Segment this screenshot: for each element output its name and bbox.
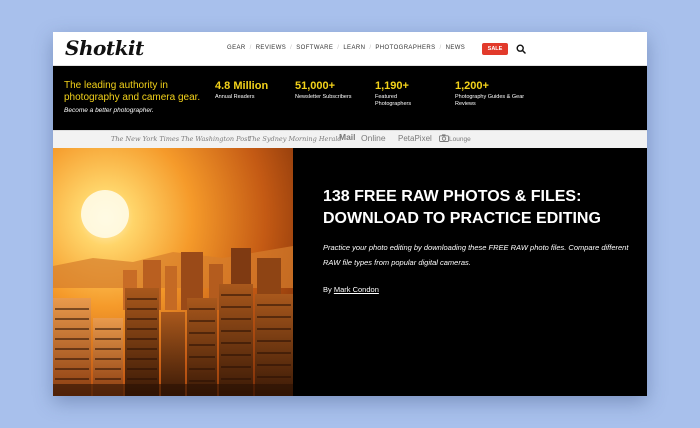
stat-value: 4.8 Million (215, 80, 269, 92)
hero-image-sunset-cityscape (53, 148, 293, 396)
stat-value: 51,000+ (295, 80, 336, 92)
menu-item-photographers[interactable]: PHOTOGRAPHERS (365, 45, 435, 51)
press-logo-mail: Mail (339, 132, 356, 142)
hero-content: 138 FREE RAW PHOTOS & FILES: DOWNLOAD TO… (293, 148, 647, 396)
press-logo-nyt: The New York Times (111, 135, 180, 143)
stat-guides-reviews: 1,200+ Photography Guides & Gear Reviews (455, 80, 525, 108)
article-title[interactable]: 138 FREE RAW PHOTOS & FILES: DOWNLOAD TO… (323, 186, 633, 230)
stat-label: Featured Photographers (375, 94, 412, 107)
stat-label: Annual Readers (215, 94, 255, 100)
menu-item-news[interactable]: NEWS (436, 45, 466, 51)
article-description: Practice your photo editing by downloadi… (323, 243, 629, 267)
camera-icon (439, 134, 449, 142)
site-logo[interactable]: Shotkit (65, 36, 144, 60)
stat-value: 1,190+ (375, 80, 409, 92)
stat-label: Newsletter Subscribers (295, 94, 352, 100)
press-logo-mail-online: Online (361, 133, 386, 143)
tagline-subtext: Become a better photographer. (64, 107, 154, 114)
sale-button[interactable]: SALE (482, 43, 508, 55)
search-icon[interactable] (516, 44, 526, 54)
stat-value: 1,200+ (455, 80, 489, 92)
stat-label: Photography Guides & Gear Reviews (455, 94, 525, 107)
byline-prefix: By (323, 285, 334, 294)
press-logo-washington-post: The Washington Post (181, 135, 251, 143)
menu-item-software[interactable]: SOFTWARE (286, 45, 333, 51)
menu-item-learn[interactable]: LEARN (333, 45, 365, 51)
menu-item-reviews[interactable]: REVIEWS (246, 45, 287, 51)
stat-featured-photographers: 1,190+ Featured Photographers (375, 80, 427, 108)
press-logo-lounge-label: Lounge (449, 136, 471, 143)
site-header: Shotkit GEAR REVIEWS SOFTWARE LEARN PHOT… (53, 32, 647, 66)
menu-item-gear[interactable]: GEAR (227, 45, 246, 51)
author-link[interactable]: Mark Condon (334, 285, 379, 294)
press-logo-lounge: Lounge (439, 134, 471, 144)
browser-page: Shotkit GEAR REVIEWS SOFTWARE LEARN PHOT… (53, 32, 647, 396)
stat-annual-readers: 4.8 Million Annual Readers (215, 80, 285, 101)
press-logo-smh: The Sydney Morning Herald (248, 135, 342, 143)
main-menu: GEAR REVIEWS SOFTWARE LEARN PHOTOGRAPHER… (227, 45, 465, 51)
press-logos-strip: The New York Times The Washington Post T… (53, 130, 647, 149)
article-byline: By Mark Condon (323, 285, 379, 294)
stat-newsletter-subscribers: 51,000+ Newsletter Subscribers (295, 80, 369, 101)
stats-band: The leading authority in photography and… (53, 66, 647, 130)
press-logo-petapixel: PetaPixel (398, 134, 432, 143)
tagline: The leading authority in photography and… (64, 80, 201, 103)
